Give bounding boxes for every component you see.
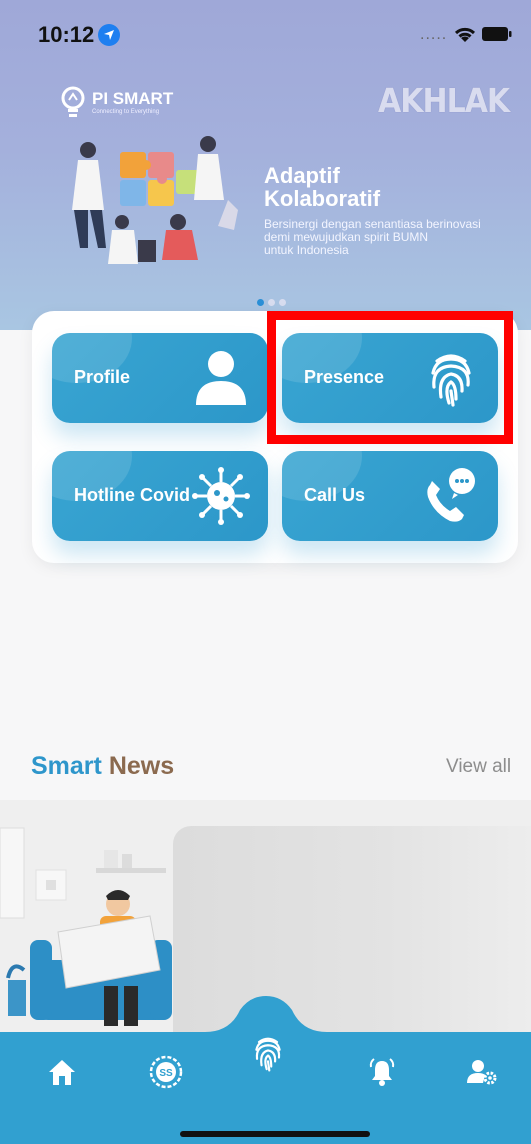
status-time: 10:12 — [38, 22, 95, 47]
nav-home[interactable] — [42, 1052, 82, 1092]
teamwork-illustration — [72, 136, 238, 264]
wifi-icon — [454, 27, 476, 42]
hotline-covid-label: Hotline Covid — [74, 485, 190, 505]
hotline-covid-button[interactable]: Hotline Covid — [52, 451, 268, 541]
signal-icon: ..... — [420, 26, 448, 43]
virus-icon — [192, 467, 250, 525]
ss-text: SS — [159, 1068, 173, 1079]
banner-carousel[interactable]: 10:12 ..... PI SMART Connecting to Every… — [0, 0, 531, 330]
home-indicator — [180, 1131, 370, 1137]
carousel-pager[interactable] — [257, 299, 286, 306]
pager-dot[interactable] — [279, 299, 286, 306]
nav-ss[interactable]: SS — [146, 1052, 186, 1092]
battery-icon — [482, 27, 512, 41]
home-icon — [49, 1060, 75, 1085]
akhlak-logo: AKHLAK — [378, 82, 510, 121]
phone-chat-icon — [427, 468, 475, 522]
banner-title-1: Adaptif — [264, 163, 340, 188]
news-title-smart: Smart — [31, 752, 102, 780]
call-us-label: Call Us — [304, 485, 366, 505]
news-section-title: Smart News — [31, 752, 174, 781]
profile-label: Profile — [74, 367, 131, 387]
banner-text: Adaptif Kolaboratif Bersinergi dengan se… — [264, 164, 524, 257]
banner-desc-3: untuk Indonesia — [264, 243, 349, 257]
user-settings-icon — [467, 1060, 497, 1085]
bell-icon — [369, 1058, 395, 1086]
nav-account-settings[interactable] — [462, 1052, 502, 1092]
pi-smart-logo: PI SMART Connecting to Everything — [60, 86, 173, 120]
news-title-news: News — [108, 752, 175, 780]
logo-title: PI SMART — [92, 89, 174, 108]
status-bar: 10:12 ..... — [0, 18, 531, 58]
presence-highlight-box — [267, 311, 513, 444]
pager-dot[interactable] — [257, 299, 264, 306]
banner-title-2: Kolaboratif — [264, 186, 381, 211]
ss-icon: SS — [149, 1055, 183, 1089]
bulb-icon — [61, 86, 85, 117]
call-us-button[interactable]: Call Us — [282, 451, 498, 541]
nav-notifications[interactable] — [362, 1052, 402, 1092]
logo-subtitle: Connecting to Everything — [92, 109, 160, 115]
location-arrow-icon — [98, 24, 120, 46]
fingerprint-icon — [255, 1037, 281, 1072]
view-all-link[interactable]: View all — [446, 756, 511, 778]
nav-fingerprint[interactable] — [246, 1028, 290, 1078]
pager-dot[interactable] — [268, 299, 275, 306]
akhlak-text: AKHLAK — [378, 82, 510, 121]
person-icon — [196, 351, 246, 405]
profile-button[interactable]: Profile — [52, 333, 268, 423]
